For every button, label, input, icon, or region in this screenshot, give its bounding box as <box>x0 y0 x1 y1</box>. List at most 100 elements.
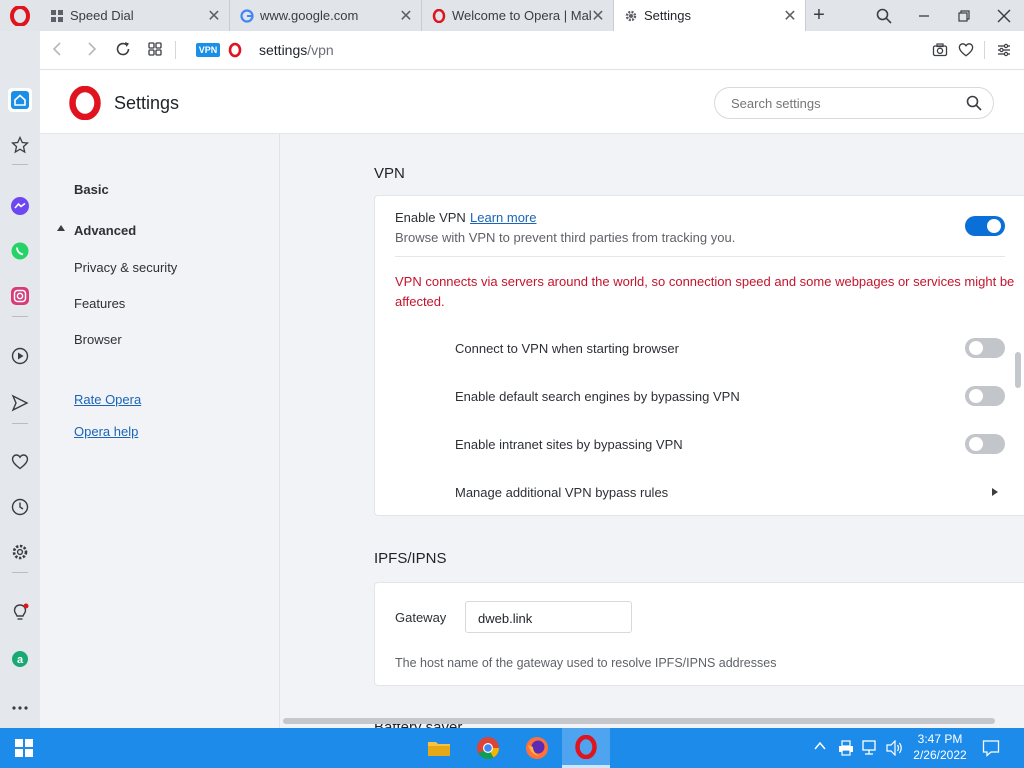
minimize-icon[interactable] <box>904 0 944 31</box>
bookmark-heart-icon[interactable] <box>958 42 974 58</box>
opera-logo-icon <box>10 5 30 26</box>
windows-start-icon[interactable] <box>0 728 48 768</box>
nav-features[interactable]: Features <box>74 296 125 311</box>
bookmarks-icon[interactable] <box>8 133 32 157</box>
windows-taskbar: 3:47 PM 2/26/2022 <box>0 728 1024 768</box>
url-field[interactable]: settings/vpn <box>259 42 334 58</box>
settings-nav: Basic Advanced Privacy & security Featur… <box>40 134 280 728</box>
opera-menu-button[interactable] <box>0 0 40 31</box>
close-tab-icon[interactable]: ✕ <box>207 8 221 25</box>
system-clock[interactable]: 3:47 PM 2/26/2022 <box>910 731 970 763</box>
gear-icon <box>625 10 637 21</box>
notifications-icon[interactable] <box>982 739 1000 757</box>
firefox-icon[interactable] <box>513 728 561 768</box>
restore-icon[interactable] <box>944 0 984 31</box>
bypass-intranet-label: Enable intranet sites by bypassing VPN <box>455 437 683 452</box>
bypass-intranet-toggle[interactable] <box>965 434 1005 454</box>
nav-browser[interactable]: Browser <box>74 332 122 347</box>
gateway-input[interactable]: dweb.link <box>465 601 632 633</box>
speed-dial-icon <box>51 9 63 22</box>
close-window-icon[interactable] <box>984 0 1024 31</box>
clock-time: 3:47 PM <box>917 732 963 746</box>
rate-opera-link[interactable]: Rate Opera <box>74 392 141 407</box>
learn-more-link[interactable]: Learn more <box>470 210 536 225</box>
send-icon[interactable] <box>8 391 32 415</box>
whatsapp-icon[interactable] <box>8 239 32 263</box>
search-tabs-icon[interactable] <box>864 0 904 31</box>
clock-date: 2/26/2022 <box>913 748 967 762</box>
sidebar-divider <box>12 572 28 573</box>
ipfs-card: Gateway dweb.link The host name of the g… <box>374 582 1024 686</box>
tab-google[interactable]: www.google.com ✕ <box>230 0 422 31</box>
bypass-search-engines-toggle[interactable] <box>965 386 1005 406</box>
close-tab-icon[interactable]: ✕ <box>591 8 605 25</box>
gateway-description: The host name of the gateway used to res… <box>395 656 777 670</box>
connect-on-start-toggle[interactable] <box>965 338 1005 358</box>
chrome-icon[interactable] <box>464 728 512 768</box>
tab-settings[interactable]: Settings ✕ <box>614 0 806 31</box>
instagram-icon[interactable] <box>8 284 32 308</box>
opera-icon <box>432 8 446 23</box>
manage-bypass-rules-label: Manage additional VPN bypass rules <box>455 485 669 500</box>
file-explorer-icon[interactable] <box>415 728 463 768</box>
history-icon[interactable] <box>8 495 32 519</box>
horizontal-scrollbar[interactable] <box>283 718 995 724</box>
aria-icon[interactable]: a <box>8 647 32 671</box>
new-tab-button[interactable]: + <box>806 0 832 31</box>
nav-privacy-security[interactable]: Privacy & security <box>74 260 177 275</box>
nav-advanced[interactable]: Advanced <box>74 223 136 238</box>
easy-setup-icon[interactable] <box>996 42 1012 58</box>
close-tab-icon[interactable]: ✕ <box>399 8 413 25</box>
url-host: settings <box>259 42 308 58</box>
vpn-badge[interactable]: VPN <box>196 43 220 57</box>
enable-vpn-description: Browse with VPN to prevent third parties… <box>395 230 736 245</box>
tab-bar: Speed Dial ✕ www.google.com ✕ Welcome to… <box>0 0 1024 31</box>
google-icon <box>240 8 254 23</box>
tips-lightbulb-icon[interactable] <box>8 601 32 625</box>
bypass-search-engines-label: Enable default search engines by bypassi… <box>455 389 740 404</box>
messenger-icon[interactable] <box>8 194 32 218</box>
opera-logo-icon <box>69 86 101 120</box>
back-icon[interactable] <box>50 41 66 57</box>
heart-icon[interactable] <box>8 450 32 474</box>
home-icon[interactable] <box>8 88 32 112</box>
camera-snapshot-icon[interactable] <box>932 42 948 58</box>
ipfs-section-title: IPFS/IPNS <box>374 550 447 567</box>
forward-icon[interactable] <box>83 41 99 57</box>
toolbar-divider <box>984 41 985 59</box>
nav-basic[interactable]: Basic <box>74 182 109 197</box>
tab-welcome-opera[interactable]: Welcome to Opera | Make ✕ <box>422 0 614 31</box>
divider <box>395 256 1005 257</box>
enable-vpn-toggle[interactable] <box>965 216 1005 236</box>
player-icon[interactable] <box>8 344 32 368</box>
url-path: /vpn <box>307 42 334 58</box>
address-bar: VPN settings/vpn <box>40 31 1024 70</box>
close-tab-icon[interactable]: ✕ <box>783 8 797 25</box>
settings-gear-icon[interactable] <box>8 540 32 564</box>
collapse-triangle-icon[interactable] <box>57 225 65 231</box>
opera-help-link[interactable]: Opera help <box>74 424 138 439</box>
tab-label: Welcome to Opera | Make <box>452 8 591 23</box>
gateway-value: dweb.link <box>478 611 533 626</box>
more-icon[interactable] <box>8 696 32 720</box>
printer-icon[interactable] <box>838 740 854 756</box>
sidebar-divider <box>12 316 28 317</box>
reload-icon[interactable] <box>115 41 131 57</box>
vertical-scrollbar[interactable] <box>1015 352 1021 388</box>
volume-icon[interactable] <box>886 740 904 756</box>
tab-speed-dial[interactable]: Speed Dial ✕ <box>40 0 230 31</box>
vpn-warning-text: VPN connects via servers around the worl… <box>395 274 1015 309</box>
chevron-up-icon[interactable] <box>814 741 826 751</box>
gateway-label: Gateway <box>395 610 447 625</box>
tab-snapshot-grid-icon[interactable] <box>147 41 163 57</box>
opera-taskbar-icon[interactable] <box>562 728 610 768</box>
search-icon[interactable] <box>966 95 982 111</box>
manage-bypass-rules-row[interactable]: Manage additional VPN bypass rules <box>435 469 1015 509</box>
opera-page-icon <box>228 42 242 58</box>
search-input[interactable] <box>731 94 951 112</box>
tab-label: Speed Dial <box>70 8 134 23</box>
vpn-card: Enable VPN Learn more Browse with VPN to… <box>374 195 1024 516</box>
network-icon[interactable] <box>862 740 880 756</box>
vpn-section-title: VPN <box>374 165 405 182</box>
search-settings-field[interactable] <box>714 87 994 119</box>
